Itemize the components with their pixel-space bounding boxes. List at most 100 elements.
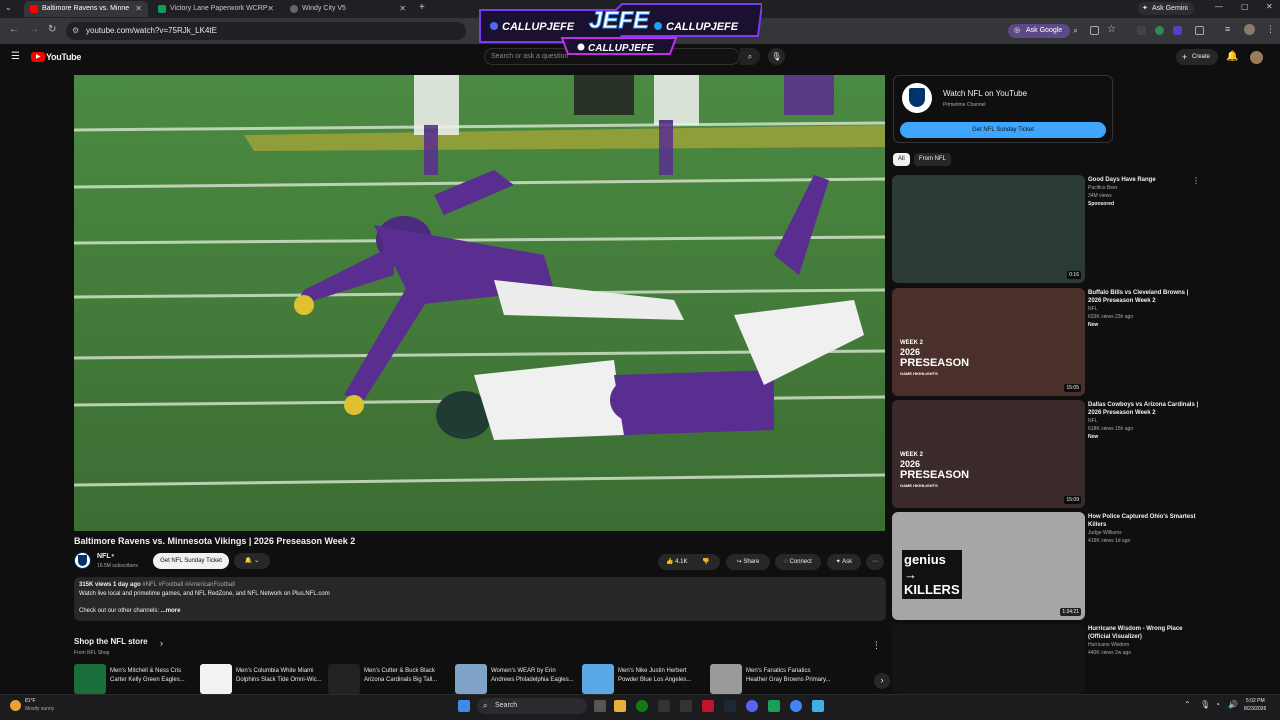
recommendation-title[interactable]: Good Days Have Range [1088,176,1200,184]
recommendation-title[interactable]: Hurricane Wisdom - Wrong Place (Official… [1088,625,1200,641]
product-name[interactable]: Men's Mitchell & Ness Cris Carter Kelly … [110,667,196,685]
close-icon[interactable]: ✕ [135,1,142,17]
address-bar[interactable]: ⚙ youtube.com/watch?v=75RJk_LK4tE [66,22,466,40]
recommendation-title[interactable]: Buffalo Bills vs Cleveland Browns | 2026… [1088,289,1200,305]
notification-settings-button[interactable]: 🔔 ⌄ [234,553,270,569]
recommendation-thumbnail[interactable]: 0:16 [892,175,1085,283]
product-name[interactable]: Men's Fanatics Fanatics Heather Gray Bro… [746,667,832,685]
clock-time[interactable]: 5:02 PM [1246,698,1265,704]
discord-icon[interactable] [746,700,758,712]
product-image[interactable] [710,664,742,694]
recommendation-channel[interactable]: NFL [1088,418,1097,425]
app-icon[interactable] [680,700,692,712]
weather-text[interactable]: Mostly sunny [25,706,54,712]
shop-item[interactable]: Men's Cutter & Buck Black Arizona Cardin… [328,664,448,694]
hashtags[interactable]: #NFL #Football #AmericanFootball [142,582,235,588]
chrome-icon[interactable] [790,700,802,712]
ask-gemini-button[interactable]: ✦ Ask Gemini [1138,2,1194,15]
voice-search-button[interactable]: 🎙 [768,48,785,65]
app-icon[interactable] [812,700,824,712]
product-name[interactable]: Men's Columbia White Miami Dolphins Slac… [236,667,322,685]
connect-button[interactable]: ◌ Connect [775,554,821,570]
youtube-logo-text[interactable]: YouTube [46,52,81,62]
ask-button[interactable]: ✦ Ask [827,554,861,570]
product-image[interactable] [200,664,232,694]
wifi-icon[interactable]: ◔ [1215,700,1220,709]
back-icon[interactable]: ← [9,24,19,35]
microphone-tray-icon[interactable]: 🎙 [1200,700,1210,709]
window-close-icon[interactable]: ✕ [1266,2,1273,11]
product-image[interactable] [582,664,614,694]
close-icon[interactable]: ✕ [399,1,406,17]
account-avatar[interactable] [1250,51,1263,64]
bookmark-star-icon[interactable]: ☆ [1107,24,1116,35]
extension-icon[interactable] [1173,26,1182,35]
recommendation-title[interactable]: Dallas Cowboys vs Arizona Cardinals | 20… [1088,401,1200,417]
like-count[interactable]: 4.1K [675,559,687,565]
hamburger-menu-icon[interactable]: ☰ [11,51,20,62]
extensions-puzzle-icon[interactable] [1195,26,1204,35]
share-button[interactable]: ↪ Share [726,554,770,570]
recommendation-thumbnail[interactable]: WEEK 2 2026 PRESEASON GAME HIGHLIGHTS 15:05 [892,288,1085,396]
product-image[interactable] [455,664,487,694]
product-name[interactable]: Men's Nike Justin Herbert Powder Blue Lo… [618,667,704,685]
chip-from-nfl[interactable]: From NFL [914,153,951,166]
youtube-logo-icon[interactable]: ▶ [31,52,45,62]
product-image[interactable] [328,664,360,694]
chip-all[interactable]: All [893,153,910,166]
xbox-icon[interactable] [636,700,648,712]
reload-icon[interactable]: ↻ [48,24,56,35]
zoom-icon[interactable]: ⌕ [1073,25,1078,36]
product-image[interactable] [74,664,106,694]
tab-sheets[interactable]: Victory Lane Paperwork WCRP ✕ [152,1,280,17]
recommendation-title[interactable]: How Police Captured Ohio's Smartest Kill… [1088,513,1200,529]
channel-avatar[interactable] [74,552,91,569]
recommendation-channel[interactable]: Pacifico Beer [1088,185,1117,192]
video-description[interactable]: 315K views 1 day ago #NFL #Football #Ame… [74,577,886,621]
app-icon[interactable] [702,700,714,712]
thumbs-down-icon[interactable]: 👎 [702,554,709,570]
card-ticket-button[interactable]: Get NFL Sunday Ticket [900,122,1106,138]
channel-name[interactable]: NFL [97,553,111,560]
chevron-right-icon[interactable]: › [160,638,163,648]
file-explorer-icon[interactable] [614,700,626,712]
minimize-icon[interactable]: — [1215,2,1223,11]
media-control-icon[interactable]: ≡ [1225,24,1230,34]
profile-avatar[interactable] [1244,24,1255,35]
cast-icon[interactable] [1090,26,1099,35]
app-icon[interactable] [658,700,670,712]
ask-google-button[interactable]: ◎ Ask Google [1008,24,1071,38]
notifications-bell-icon[interactable]: 🔔 [1226,51,1238,62]
recommendation-channel[interactable]: Hurricane Wisdom [1088,642,1129,649]
show-more-link[interactable]: ...more [161,608,181,614]
windows-start-icon[interactable] [458,700,470,712]
weather-temp[interactable]: 81°F [25,698,36,704]
get-sunday-ticket-button[interactable]: Get NFL Sunday Ticket [153,553,229,569]
volume-icon[interactable]: 🔊 [1228,700,1238,709]
more-vertical-icon[interactable]: ⋮ [1192,176,1200,185]
extension-icon[interactable] [1155,26,1164,35]
recommendation-thumbnail[interactable] [892,624,1085,694]
recommendation-channel[interactable]: NFL [1088,306,1097,313]
tab-search-icon[interactable]: ⌄ [5,3,12,12]
shop-next-button[interactable]: › [874,673,890,689]
tab-windy-city[interactable]: Windy City V5 ✕ [284,1,412,17]
clock-date[interactable]: 8/23/2026 [1244,706,1266,712]
video-player[interactable] [74,75,885,531]
more-actions-button[interactable]: ⋯ [866,554,884,570]
shop-item[interactable]: Men's Fanatics Fanatics Heather Gray Bro… [710,664,832,694]
site-info-icon[interactable]: ⚙ [72,22,79,40]
tab-youtube[interactable]: Baltimore Ravens vs. Minne ✕ [24,1,148,17]
extension-icon[interactable] [1137,26,1146,35]
shop-item[interactable]: Men's Columbia White Miami Dolphins Slac… [200,664,322,694]
steam-icon[interactable] [724,700,736,712]
recommendation-channel[interactable]: Judge Williams [1088,530,1122,537]
shop-item[interactable]: Men's Nike Justin Herbert Powder Blue Lo… [582,664,702,694]
app-icon[interactable] [768,700,780,712]
recommendation-thumbnail[interactable]: genius → KILLERS 1:34:21 [892,512,1085,620]
new-tab-icon[interactable]: + [419,2,425,13]
more-vertical-icon[interactable]: ⋮ [872,640,881,651]
product-name[interactable]: Women's WEAR by Erin Andrews Philadelphi… [491,667,577,685]
recommendation-thumbnail[interactable]: WEEK 2 2026 PRESEASON GAME HIGHLIGHTS 15:09 [892,400,1085,508]
product-name[interactable]: Men's Cutter & Buck Black Arizona Cardin… [364,667,450,685]
